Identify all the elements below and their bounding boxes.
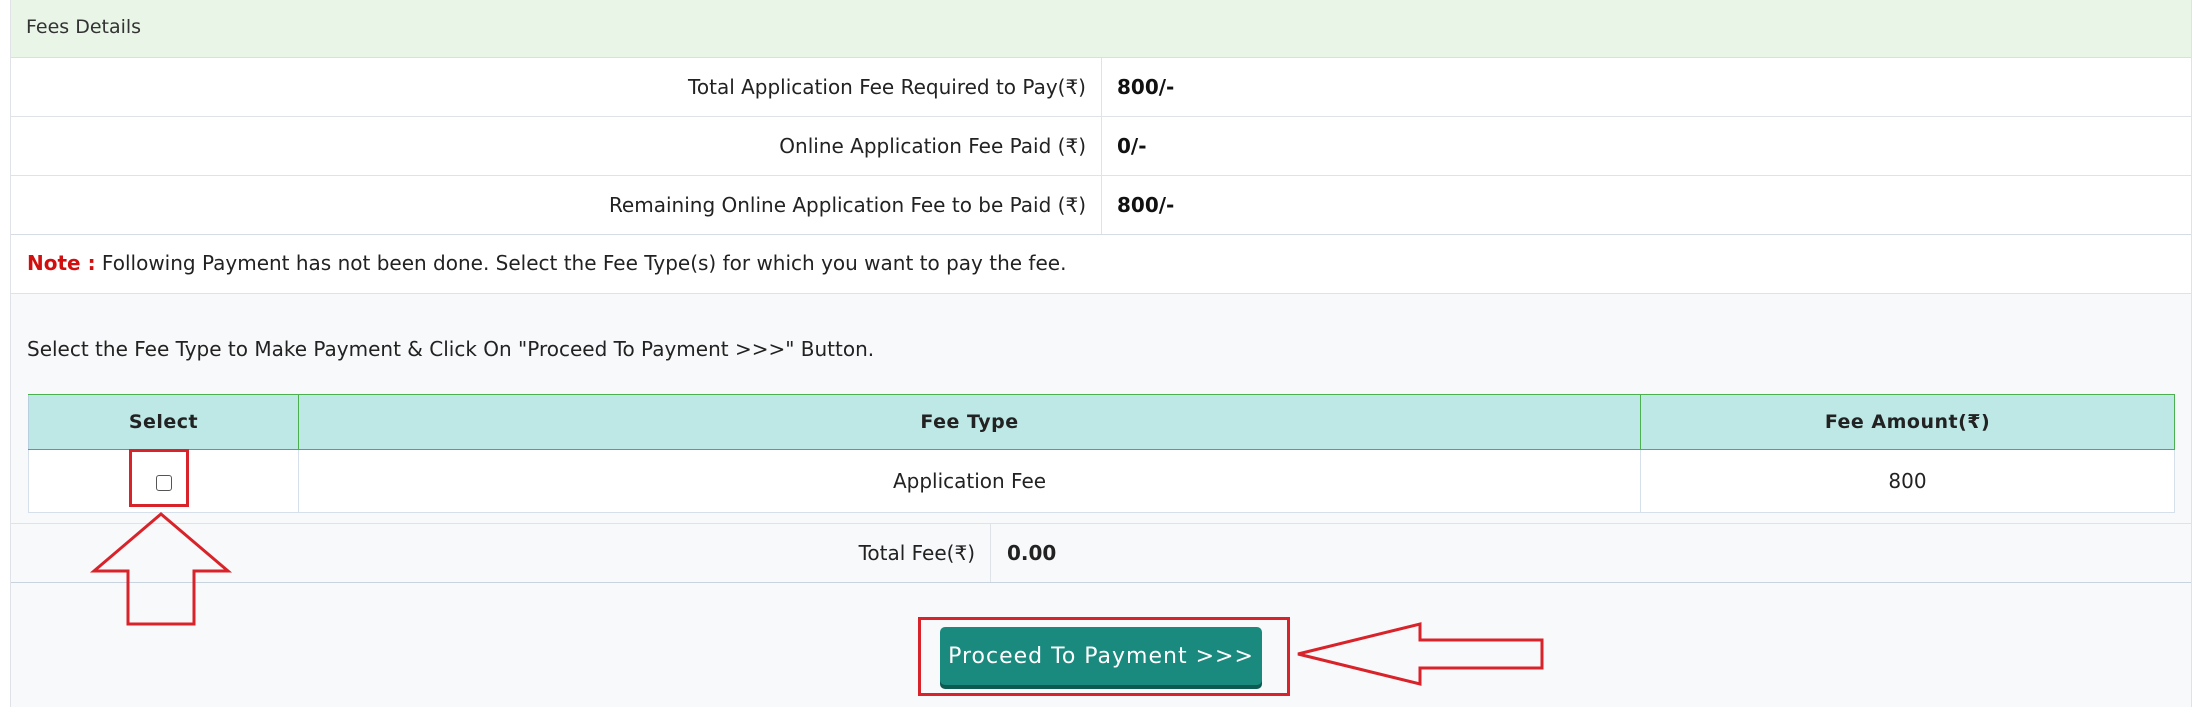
note-message: Following Payment has not been done. Sel…: [95, 251, 1067, 275]
summary-row-total: Total Application Fee Required to Pay(₹)…: [11, 58, 2191, 117]
summary-label: Total Application Fee Required to Pay(₹): [11, 58, 1102, 116]
summary-label: Remaining Online Application Fee to be P…: [11, 176, 1102, 234]
checkbox-highlight-box: [129, 449, 189, 507]
summary-value: 0/-: [1117, 134, 1147, 158]
fees-details-panel: Fees Details Total Application Fee Requi…: [10, 0, 2192, 707]
total-fee-label: Total Fee(₹): [11, 524, 991, 582]
table-row: Application Fee 800: [28, 449, 2175, 513]
table-header-row: Select Fee Type Fee Amount(₹): [28, 394, 2175, 450]
summary-label: Online Application Fee Paid (₹): [11, 117, 1102, 175]
fee-type-table: Select Fee Type Fee Amount(₹) Applicatio…: [28, 394, 2175, 513]
total-fee-value: 0.00: [1007, 541, 1057, 565]
header-select: Select: [28, 394, 299, 450]
note-label: Note :: [27, 251, 96, 275]
note-row: Note : Following Payment has not been do…: [11, 234, 2191, 294]
fee-amount-cell: 800: [1640, 449, 2175, 513]
fee-type-cell: Application Fee: [298, 449, 1641, 513]
header-fee-type: Fee Type: [298, 394, 1641, 450]
proceed-to-payment-button[interactable]: Proceed To Payment >>>: [940, 627, 1262, 685]
fee-summary-table: Total Application Fee Required to Pay(₹)…: [11, 58, 2191, 235]
total-fee-row: Total Fee(₹) 0.00: [11, 523, 2191, 583]
summary-row-remaining: Remaining Online Application Fee to be P…: [11, 176, 2191, 235]
note-text: Note : Following Payment has not been do…: [27, 251, 1066, 275]
panel-header: Fees Details: [11, 0, 2191, 58]
header-fee-amount: Fee Amount(₹): [1640, 394, 2175, 450]
summary-value: 800/-: [1117, 193, 1175, 217]
panel-title: Fees Details: [26, 16, 142, 38]
summary-value: 800/-: [1117, 75, 1175, 99]
instruction-text: Select the Fee Type to Make Payment & Cl…: [27, 337, 875, 361]
summary-row-paid: Online Application Fee Paid (₹) 0/-: [11, 117, 2191, 176]
